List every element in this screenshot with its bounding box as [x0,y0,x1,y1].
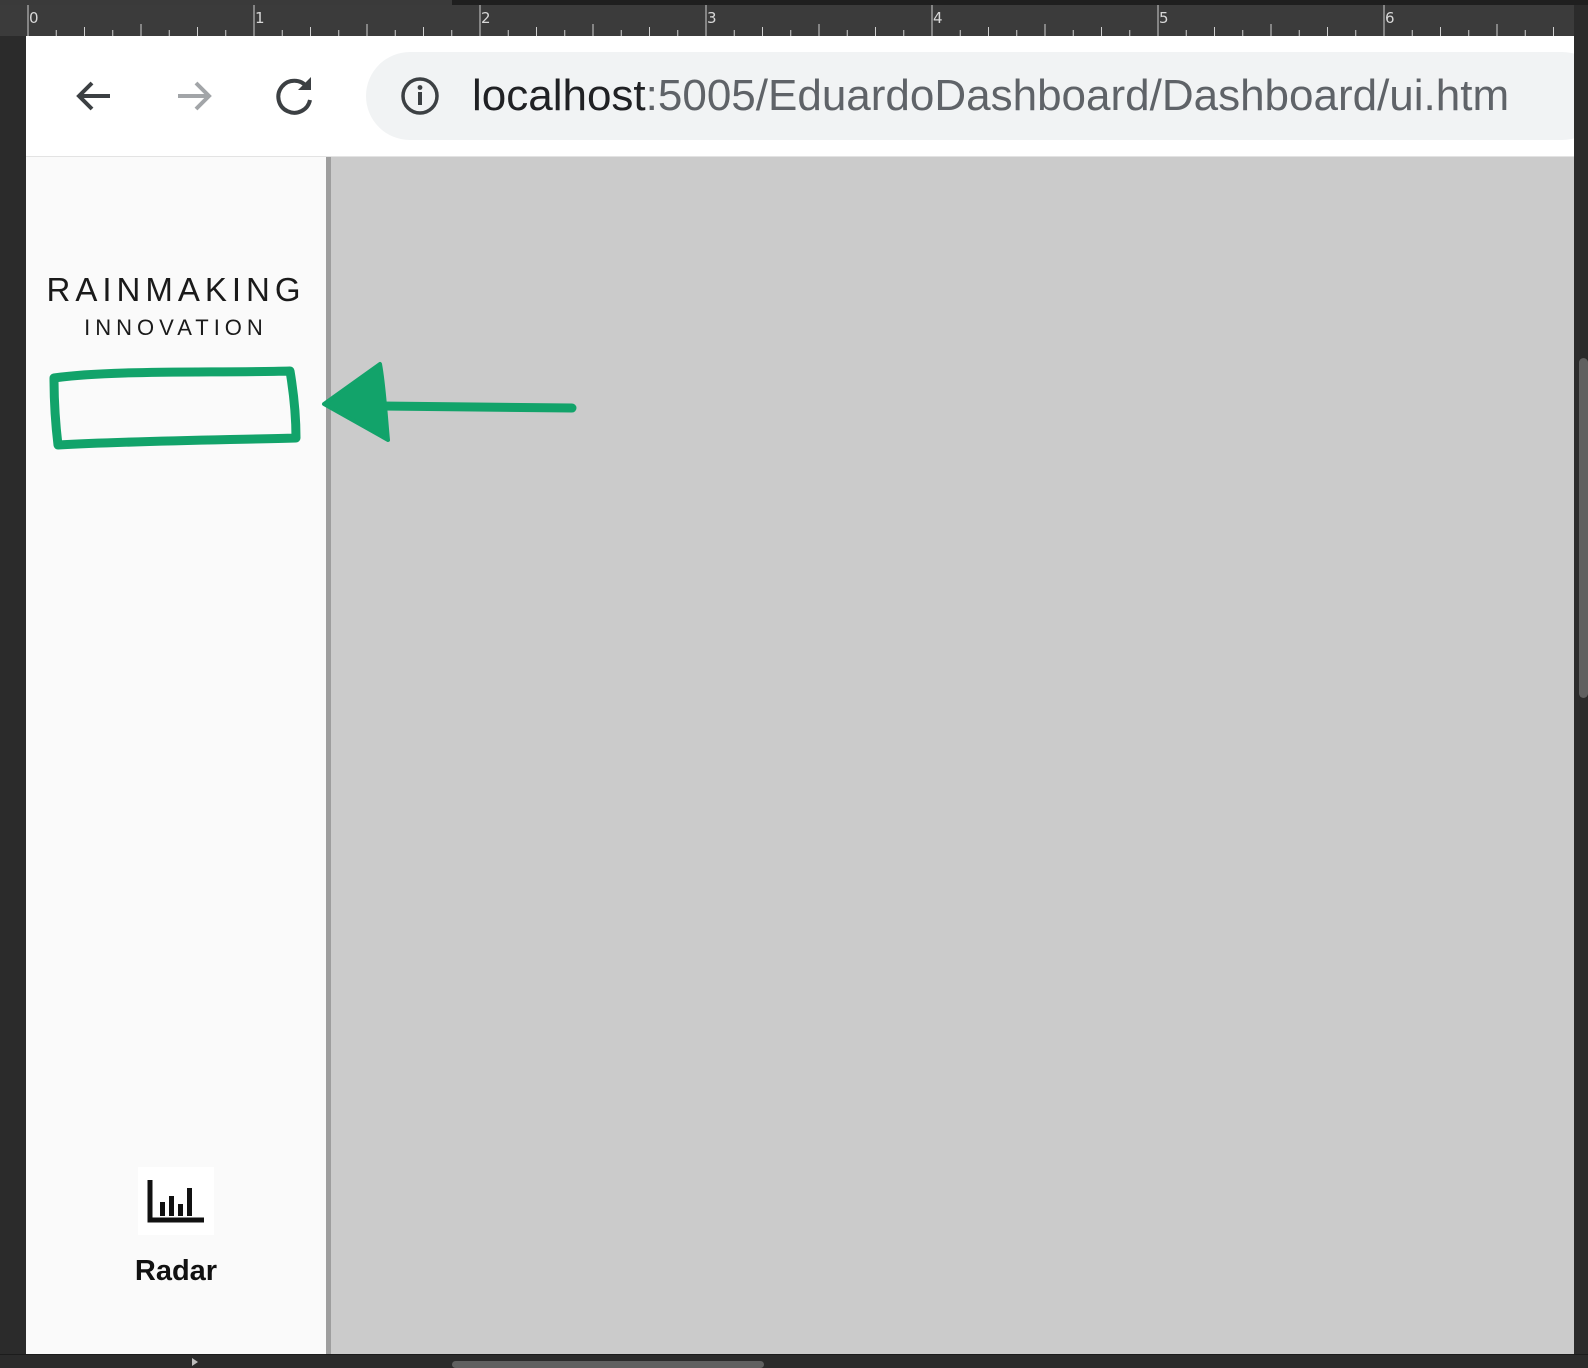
browser-toolbar: localhost:5005/EduardoDashboard/Dashboar… [26,36,1574,157]
logo-line-2: INNOVATION [84,315,268,340]
page-content: RAINMAKING INNOVATION Radar [26,157,1574,1354]
reload-button[interactable] [266,68,322,124]
reload-icon [276,77,312,115]
logo-line-1: RAINMAKING [46,271,306,308]
company-logo[interactable]: RAINMAKING INNOVATION [26,271,326,341]
url-host: localhost [472,71,646,120]
status-bar-menu-icon[interactable] [190,1356,204,1368]
sidebar: RAINMAKING INNOVATION Radar [26,157,326,1354]
ruler-label-2: 2 [481,9,491,27]
ruler-label-0: 0 [29,9,39,27]
back-button[interactable] [66,68,122,124]
arrow-right-icon [178,81,212,111]
ruler-label-6: 6 [1385,9,1395,27]
status-bar [0,1354,1588,1368]
ruler-label-4: 4 [933,9,943,27]
url-text[interactable]: localhost:5005/EduardoDashboard/Dashboar… [472,52,1509,140]
ruler-label-3: 3 [707,9,717,27]
empty-sidebar-slot [54,372,294,442]
info-icon[interactable] [400,76,440,116]
ruler-corner [0,5,27,36]
forward-button[interactable] [166,68,222,124]
vertical-scrollbar-thumb[interactable] [1579,358,1588,698]
ruler-label-1: 1 [255,9,265,27]
screen: 0 1 2 3 4 5 6 localhost:5005/EduardoDash… [0,0,1588,1368]
browser-window: localhost:5005/EduardoDashboard/Dashboar… [26,36,1574,1354]
bar-chart-icon-graphic [147,1180,204,1223]
ruler-label-5: 5 [1159,9,1169,27]
left-gutter [0,36,26,1354]
url-path: :5005/EduardoDashboard/Dashboard/ui.htm [645,71,1510,120]
sidebar-item-radar[interactable]: Radar [86,1167,266,1317]
horizontal-ruler: 0 1 2 3 4 5 6 [26,5,1574,37]
triangle-right-icon [192,1358,198,1366]
arrow-left-icon [76,81,110,111]
sidebar-item-label: Radar [134,1255,218,1287]
address-bar[interactable]: localhost:5005/EduardoDashboard/Dashboar… [366,52,1574,140]
horizontal-scrollbar-thumb[interactable] [452,1361,764,1368]
bar-chart-icon [138,1167,214,1235]
main-content-area [331,157,1574,1354]
